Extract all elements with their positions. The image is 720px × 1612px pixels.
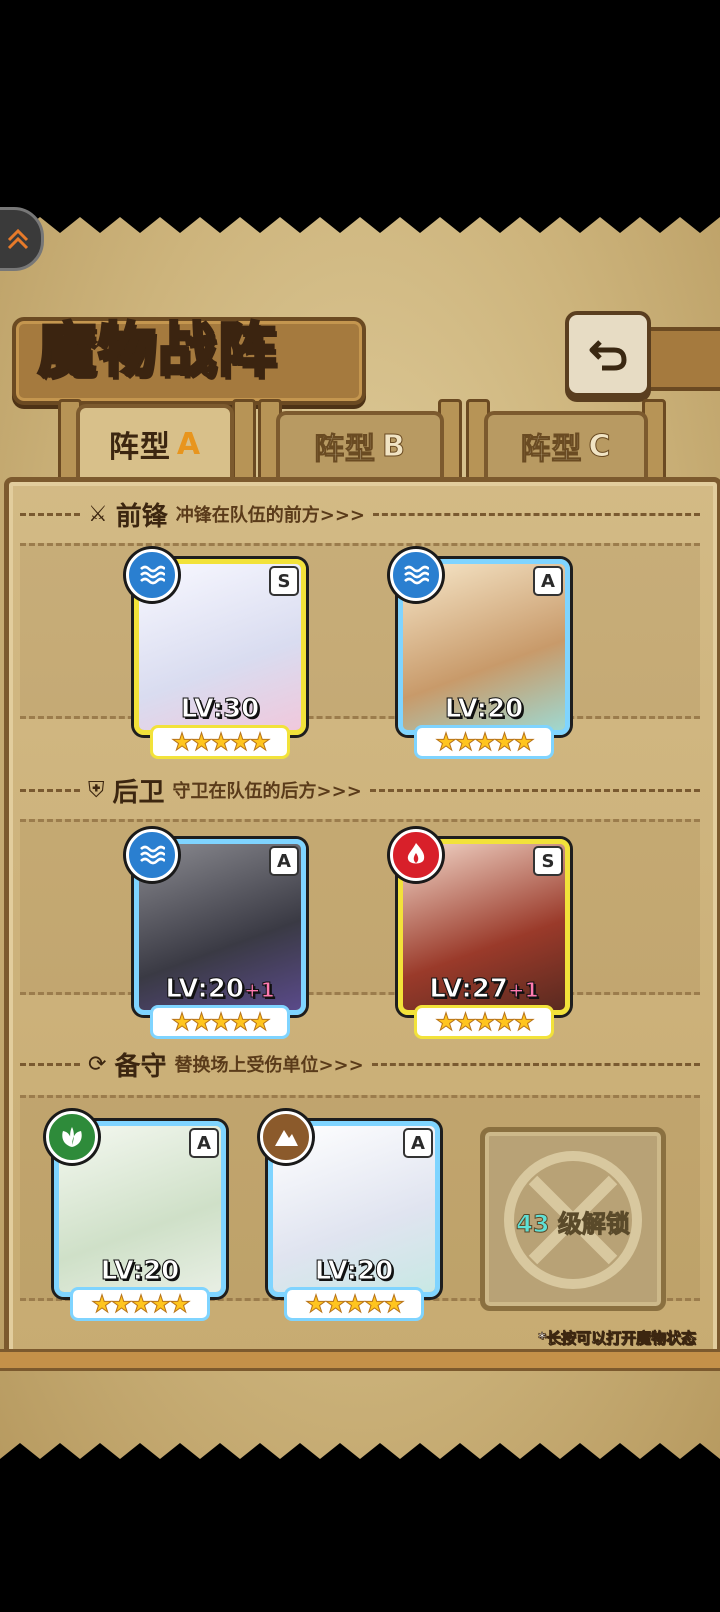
back-rail xyxy=(640,327,720,391)
rank-badge: A xyxy=(403,1128,433,1158)
hint-text: *长按可以打开魔物状态 xyxy=(538,1329,696,1348)
torn-edge-top xyxy=(0,199,720,233)
stars-tray: ★★★★★ xyxy=(414,1005,554,1039)
back-button[interactable] xyxy=(565,311,651,397)
level-label: LV:27+1 xyxy=(403,974,565,1005)
monster-card[interactable]: S LV:30 ★★★★★ xyxy=(126,549,306,759)
level-text: LV:20 xyxy=(165,974,245,1005)
section-header-rear: ⛨ 后卫 守卫在队伍的后方>>> xyxy=(20,767,700,813)
divider xyxy=(20,788,80,792)
star-rating: ★★★★★ xyxy=(171,1008,272,1037)
section-subtitle: 守卫在队伍的后方>>> xyxy=(172,781,362,802)
divider xyxy=(373,512,700,516)
level-label: LV:20 xyxy=(403,694,565,725)
level-label: LV:20 xyxy=(273,1256,435,1287)
arrows-icon xyxy=(7,228,29,250)
torn-edge-bottom xyxy=(0,1443,720,1477)
earth-element-icon xyxy=(260,1111,312,1163)
water-element-icon xyxy=(126,549,178,601)
level-label: LV:20 xyxy=(59,1256,221,1287)
tab-label: 阵型 xyxy=(108,430,171,465)
star-rating: ★★★★★ xyxy=(435,728,536,757)
unlock-level: 43 xyxy=(516,1210,550,1239)
tab-formation-c[interactable]: 阵型 C xyxy=(484,411,648,477)
section-subtitle: 替换场上受伤单位>>> xyxy=(174,1055,364,1076)
stars-tray: ★★★★★ xyxy=(150,1005,290,1039)
level-text: LV:20 xyxy=(100,1256,180,1287)
stars-tray: ★★★★★ xyxy=(150,725,290,759)
tab-formation-a[interactable]: 阵型 A xyxy=(76,404,234,480)
rear-row xyxy=(20,819,700,995)
game-screen: 魔物战阵 阵型 A 阵型 B 阵型 C ⚔ 前锋 冲锋在队伍的前方>>> ⛨ 后… xyxy=(0,199,720,1477)
tab-letter: B xyxy=(382,428,406,464)
locked-slot[interactable]: 43 级解锁 xyxy=(480,1127,666,1311)
divider xyxy=(371,1062,700,1066)
star-rating: ★★★★★ xyxy=(171,728,272,757)
water-element-icon xyxy=(390,549,442,601)
section-title: 后卫 xyxy=(112,777,165,808)
level-text: LV:20 xyxy=(444,694,524,725)
level-text: LV:20 xyxy=(314,1256,394,1287)
rank-badge: A xyxy=(533,566,563,596)
star-rating: ★★★★★ xyxy=(435,1008,536,1037)
level-bonus: +1 xyxy=(243,978,275,1003)
tab-formation-b[interactable]: 阵型 B xyxy=(276,411,444,477)
section-header-reserve: ⟳ 备守 替换场上受伤单位>>> xyxy=(20,1041,700,1087)
tab-letter: C xyxy=(588,428,612,464)
front-row xyxy=(20,543,700,719)
divider xyxy=(20,512,80,516)
nature-element-icon xyxy=(46,1111,98,1163)
return-icon xyxy=(589,340,627,371)
rank-badge: A xyxy=(189,1128,219,1158)
level-label: LV:20+1 xyxy=(139,974,301,1005)
section-header-front: ⚔ 前锋 冲锋在队伍的前方>>> xyxy=(20,491,700,537)
section-title: 前锋 xyxy=(115,501,168,532)
panel-bottom-rail xyxy=(0,1349,720,1371)
rank-badge: S xyxy=(269,566,299,596)
section-title: 备守 xyxy=(114,1051,167,1082)
swap-icon: ⟳ xyxy=(88,1051,107,1077)
shield-icon: ⛨ xyxy=(88,777,105,803)
monster-card[interactable]: A LV:20 ★★★★★ xyxy=(390,549,570,759)
star-rating: ★★★★★ xyxy=(305,1290,406,1319)
tab-letter: A xyxy=(176,426,202,462)
level-text: LV:30 xyxy=(180,694,260,725)
level-label: LV:30 xyxy=(139,694,301,725)
level-bonus: +1 xyxy=(507,978,539,1003)
stars-tray: ★★★★★ xyxy=(414,725,554,759)
monster-card[interactable]: S LV:27+1 ★★★★★ xyxy=(390,829,570,1039)
tab-label: 阵型 xyxy=(520,432,583,468)
star-rating: ★★★★★ xyxy=(91,1290,192,1319)
page-title: 魔物战阵 xyxy=(36,315,279,386)
unlock-text: 级解锁 xyxy=(557,1210,630,1239)
tab-post xyxy=(232,399,256,489)
fire-element-icon xyxy=(390,829,442,881)
unlock-requirement: 43 级解锁 xyxy=(485,1204,661,1239)
tab-label: 阵型 xyxy=(314,432,377,468)
monster-card[interactable]: A LV:20 ★★★★★ xyxy=(46,1111,226,1321)
water-element-icon xyxy=(126,829,178,881)
divider xyxy=(20,1062,80,1066)
monster-card[interactable]: A LV:20 ★★★★★ xyxy=(260,1111,440,1321)
monster-card[interactable]: A LV:20+1 ★★★★★ xyxy=(126,829,306,1039)
level-text: LV:27 xyxy=(429,974,509,1005)
stars-tray: ★★★★★ xyxy=(70,1287,210,1321)
divider xyxy=(369,788,700,792)
section-subtitle: 冲锋在队伍的前方>>> xyxy=(175,505,365,526)
rank-badge: S xyxy=(533,846,563,876)
stars-tray: ★★★★★ xyxy=(284,1287,424,1321)
rank-badge: A xyxy=(269,846,299,876)
sword-icon: ⚔ xyxy=(88,501,108,527)
